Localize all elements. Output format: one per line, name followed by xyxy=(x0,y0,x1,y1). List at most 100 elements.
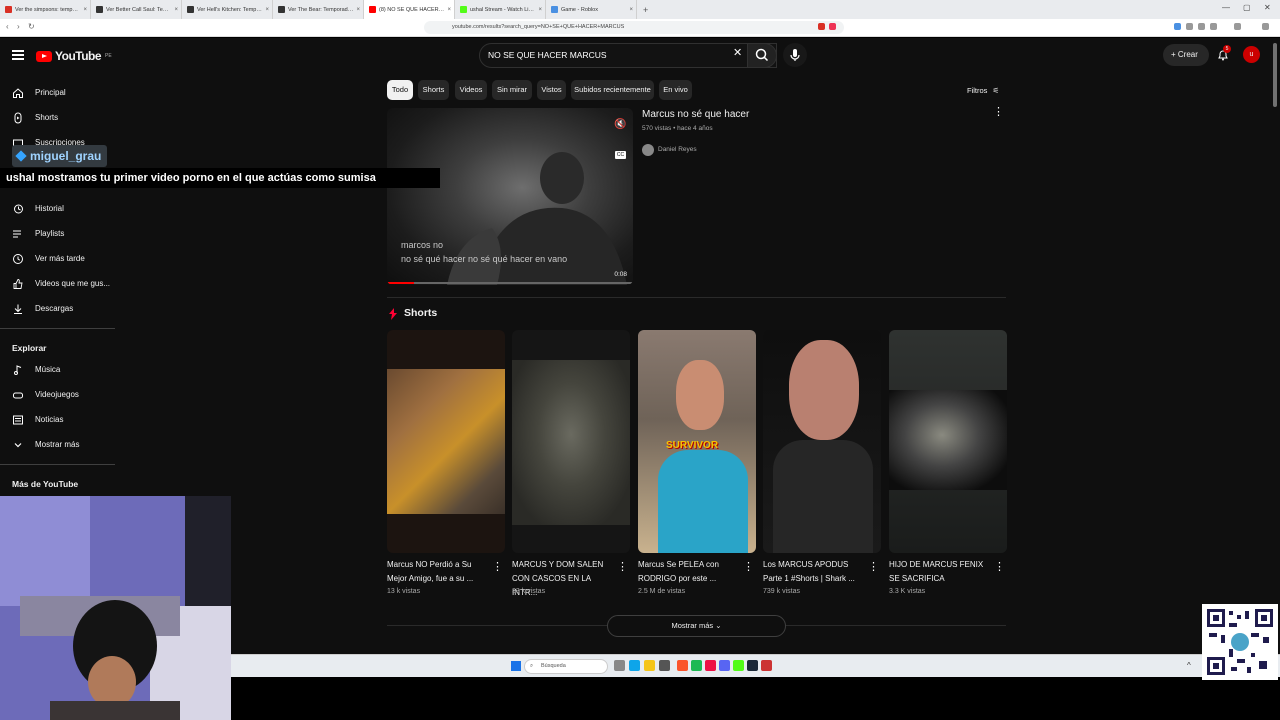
short-title[interactable]: Marcus Se PELEA con RODRIGO por este ... xyxy=(638,558,743,586)
minimize-icon[interactable]: — xyxy=(1222,3,1230,12)
brave-icon[interactable] xyxy=(677,660,688,671)
app-icon[interactable] xyxy=(761,660,772,671)
tab-close-icon[interactable]: × xyxy=(538,7,542,13)
extension-icon[interactable] xyxy=(1198,23,1205,30)
browser-tab[interactable]: ushal Stream - Watch Live on Kick× xyxy=(455,0,546,19)
task-view-icon[interactable] xyxy=(614,660,625,671)
more-options-icon[interactable]: ⋮ xyxy=(617,562,628,573)
voice-search-button[interactable] xyxy=(783,43,807,67)
more-options-icon[interactable]: ⋮ xyxy=(868,562,879,573)
mute-icon[interactable]: 🔇 xyxy=(614,119,626,130)
sidebar-item-gaming[interactable]: Videojuegos xyxy=(0,382,115,407)
browser-tab[interactable]: Ver The Bear: Temporada 3 Episodio...× xyxy=(273,0,364,19)
more-options-icon[interactable]: ⋮ xyxy=(993,107,1004,118)
maximize-icon[interactable]: ▢ xyxy=(1243,3,1251,12)
clear-search-icon[interactable]: ✕ xyxy=(733,48,742,59)
tab-close-icon[interactable]: × xyxy=(174,7,178,13)
video-thumbnail[interactable]: 🔇 CC marcos no no sé qué hacer no sé qué… xyxy=(387,108,633,285)
reload-icon[interactable]: ↻ xyxy=(28,22,35,31)
chip-vistos[interactable]: Vistos xyxy=(537,80,566,100)
menu-icon[interactable] xyxy=(1262,23,1269,30)
sidebar-item-news[interactable]: Noticias xyxy=(0,407,115,432)
chip-todo[interactable]: Todo xyxy=(387,80,413,100)
brave-icon[interactable] xyxy=(829,23,836,30)
create-button[interactable]: + Crear xyxy=(1163,44,1209,66)
search-button[interactable] xyxy=(747,43,777,68)
channel-name[interactable]: Daniel Reyes xyxy=(658,146,697,153)
extension-icon[interactable] xyxy=(818,23,825,30)
chip-videos[interactable]: Videos xyxy=(455,80,487,100)
file-explorer-icon[interactable] xyxy=(644,660,655,671)
video-title[interactable]: Marcus no sé que hacer xyxy=(642,109,749,120)
more-options-icon[interactable]: ⋮ xyxy=(743,562,754,573)
channel-avatar[interactable] xyxy=(642,144,654,156)
extension-icon[interactable] xyxy=(1174,23,1181,30)
more-options-icon[interactable]: ⋮ xyxy=(492,562,503,573)
short-thumbnail[interactable] xyxy=(512,330,630,553)
youtube-logo[interactable]: YouTube PE xyxy=(36,49,112,63)
short-thumbnail[interactable]: SURVIVOR xyxy=(638,330,756,553)
close-window-icon[interactable]: ✕ xyxy=(1264,3,1271,12)
tab-close-icon[interactable]: × xyxy=(265,7,269,13)
kick-icon[interactable] xyxy=(733,660,744,671)
tab-close-icon[interactable]: × xyxy=(83,7,87,13)
sidebar-item-show-more[interactable]: Mostrar más xyxy=(0,432,115,457)
profile-icon[interactable] xyxy=(1234,23,1241,30)
forward-icon[interactable]: › xyxy=(17,22,20,31)
short-thumbnail[interactable] xyxy=(387,330,505,553)
sidebar-item-history[interactable]: Historial xyxy=(0,196,115,221)
new-tab-button[interactable]: + xyxy=(643,5,648,15)
sidebar-item-playlists[interactable]: Playlists xyxy=(0,221,115,246)
short-title[interactable]: Marcus NO Perdió a Su Mejor Amigo, fue a… xyxy=(387,558,492,586)
short-title[interactable]: Los MARCUS APODUS Parte 1 #Shorts | Shar… xyxy=(763,558,868,586)
sidebar-item-principal[interactable]: Principal xyxy=(0,80,115,105)
extension-icon[interactable] xyxy=(1186,23,1193,30)
sidebar-item-music[interactable]: Música xyxy=(0,357,115,382)
discord-icon[interactable] xyxy=(719,660,730,671)
short-thumbnail[interactable] xyxy=(889,330,1007,553)
tab-label: Ver the simpsons: temporada 6 Ep... xyxy=(15,6,81,13)
browser-tab[interactable]: (8) NO SE QUE HACER MARCUS× xyxy=(364,0,455,19)
steam-icon[interactable] xyxy=(747,660,758,671)
browser-address-bar: ‹ › ↻ youtube.com/results?search_query=N… xyxy=(0,19,1280,37)
tab-close-icon[interactable]: × xyxy=(629,7,633,13)
sidebar-item-downloads[interactable]: Descargas xyxy=(0,296,115,321)
filters-button[interactable]: Filtros ⚟ xyxy=(967,86,999,95)
video-progress-bar[interactable] xyxy=(387,281,633,284)
back-icon[interactable]: ‹ xyxy=(6,22,9,31)
sidebar-item-shorts[interactable]: Shorts xyxy=(0,105,115,130)
chip-sin-mirar[interactable]: Sin mirar xyxy=(492,80,532,100)
extension-icon[interactable] xyxy=(1210,23,1217,30)
more-options-icon[interactable]: ⋮ xyxy=(994,562,1005,573)
captions-icon[interactable]: CC xyxy=(615,151,626,159)
short-thumbnail[interactable] xyxy=(763,330,881,553)
short-views: 3.3 K vistas xyxy=(889,588,926,595)
tab-favicon-icon xyxy=(5,6,12,13)
app-icon[interactable] xyxy=(691,660,702,671)
chip-shorts[interactable]: Shorts xyxy=(418,80,449,100)
sidebar-item-liked-videos[interactable]: Videos que me gus... xyxy=(0,271,115,296)
tab-close-icon[interactable]: × xyxy=(447,7,451,13)
scrollbar-thumb[interactable] xyxy=(1273,43,1277,107)
browser-tab[interactable]: Ver Hell's Kitchen: Temporada 2 Episo...… xyxy=(182,0,273,19)
browser-tab[interactable]: Ver the simpsons: temporada 6 Ep...× xyxy=(0,0,91,19)
hamburger-menu-icon[interactable] xyxy=(12,50,24,60)
chip-subidos-recientemente[interactable]: Subidos recientemente xyxy=(571,80,654,100)
app-icon[interactable] xyxy=(705,660,716,671)
app-icon[interactable] xyxy=(659,660,670,671)
video-meta: 570 vistas • hace 4 años xyxy=(642,125,713,132)
user-avatar[interactable]: u xyxy=(1243,46,1260,63)
windows-start-icon[interactable] xyxy=(511,661,521,671)
browser-tab[interactable]: Ver Better Call Saul: Temporada 2 Ep...× xyxy=(91,0,182,19)
tab-close-icon[interactable]: × xyxy=(356,7,360,13)
system-tray-icon[interactable]: ^ xyxy=(1187,661,1191,670)
browser-tab[interactable]: Game - Roblox × xyxy=(546,0,637,19)
show-more-button[interactable]: Mostrar más ⌄ xyxy=(607,615,786,637)
short-thumbnail-image xyxy=(387,369,505,514)
taskbar-search[interactable]: ⌕ Búsqueda xyxy=(524,659,608,674)
url-field[interactable]: youtube.com/results?search_query=NO+SE+Q… xyxy=(424,21,844,34)
chip-en-vivo[interactable]: En vivo xyxy=(659,80,692,100)
short-title[interactable]: HIJO DE MARCUS FENIX SE SACRIFICA xyxy=(889,558,994,586)
edge-icon[interactable] xyxy=(629,660,640,671)
sidebar-item-watch-later[interactable]: Ver más tarde xyxy=(0,246,115,271)
